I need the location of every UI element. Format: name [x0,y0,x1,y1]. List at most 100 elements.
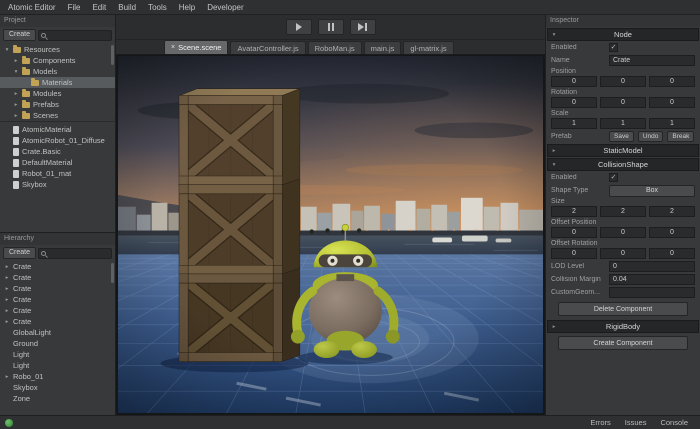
menu-item[interactable]: File [62,3,87,12]
expand-arrow-icon[interactable]: ▸ [4,308,10,314]
project-tree-item[interactable]: ▾ Models [0,66,115,77]
project-tree-item[interactable]: ▾ Resources [0,44,115,55]
hierarchy-create-button[interactable]: Create [3,247,36,259]
tab[interactable]: × main.js [364,41,402,54]
vector-x-input[interactable] [551,248,597,259]
expand-arrow-icon[interactable]: ▸ [4,275,10,281]
hierarchy-item[interactable]: Ground [0,338,115,349]
expand-arrow-icon[interactable]: ▸ [13,102,19,108]
hierarchy-scrollbar[interactable] [111,263,114,283]
create-component-button[interactable]: Create Component [558,336,688,350]
pause-button[interactable] [318,19,344,35]
vector-x-input[interactable] [551,206,597,217]
expand-arrow-icon[interactable]: ▸ [13,91,19,97]
expand-arrow-icon[interactable]: ▸ [4,264,10,270]
project-tree-item[interactable]: ▸ Modules [0,88,115,99]
project-tree-scrollbar[interactable] [111,45,114,65]
scalar-input[interactable] [609,274,695,285]
vector-x-input[interactable] [551,118,597,129]
tab[interactable]: × AvatarController.js [230,41,305,54]
statusbar-item[interactable]: Errors [583,418,617,427]
project-tree-item[interactable]: ▸ Prefabs [0,99,115,110]
hierarchy-item[interactable]: GlobalLight [0,327,115,338]
hierarchy-item[interactable]: ▸ Crate [0,272,115,283]
vector-y-input[interactable] [600,76,646,87]
hierarchy-item[interactable]: ▸ Crate [0,316,115,327]
collapse-arrow-icon[interactable]: ▸ [548,324,560,330]
tab-close-icon[interactable]: × [171,44,175,51]
enabled-checkbox[interactable]: ✓ [609,173,618,182]
expand-arrow-icon[interactable]: ▸ [4,286,10,292]
hierarchy-search[interactable] [38,248,112,259]
hierarchy-item[interactable]: Skybox [0,382,115,393]
delete-component-button[interactable]: Delete Component [558,302,688,316]
collapse-arrow-icon[interactable]: ▾ [548,162,560,168]
project-file-item[interactable]: Skybox [0,179,115,190]
vector-y-input[interactable] [600,206,646,217]
project-tree-item[interactable]: ▸ Components [0,55,115,66]
hierarchy-item[interactable]: ▸ Robo_01 [0,371,115,382]
node-section-header[interactable]: ▾ Node [547,28,699,41]
menu-item[interactable]: Atomic Editor [2,3,62,12]
expand-arrow-icon[interactable]: ▸ [13,113,19,119]
expand-arrow-icon[interactable]: ▸ [4,374,10,380]
viewport-3d[interactable] [116,55,545,415]
scalar-input[interactable] [609,287,695,298]
menu-item[interactable]: Edit [86,3,112,12]
expand-arrow-icon[interactable]: ▸ [4,297,10,303]
vector-z-input[interactable] [649,76,695,87]
collapse-arrow-icon[interactable]: ▾ [548,32,560,38]
project-file-item[interactable]: Robot_01_mat [0,168,115,179]
vector-z-input[interactable] [649,118,695,129]
prefab-break-button[interactable]: Break [667,131,694,142]
vector-x-input[interactable] [551,76,597,87]
vector-y-input[interactable] [600,97,646,108]
prefab-save-button[interactable]: Save [609,131,634,142]
hierarchy-item[interactable]: ▸ Crate [0,294,115,305]
hierarchy-item[interactable]: ▸ Crate [0,305,115,316]
tab[interactable]: × Scene.scene [164,40,228,54]
collapse-arrow-icon[interactable]: ▸ [548,148,560,154]
vector-y-input[interactable] [600,118,646,129]
project-search[interactable] [38,30,112,41]
menu-item[interactable]: Tools [142,3,173,12]
project-file-item[interactable]: Crate.Basic [0,146,115,157]
vector-z-input[interactable] [649,227,695,238]
name-input[interactable] [609,55,695,66]
project-file-item[interactable]: AtomicMaterial [0,124,115,135]
enabled-checkbox[interactable]: ✓ [609,43,618,52]
expand-arrow-icon[interactable]: ▾ [13,69,19,75]
expand-arrow-icon[interactable]: ▸ [4,319,10,325]
statusbar-item[interactable]: Console [653,418,695,427]
tab[interactable]: × RoboMan.js [308,41,362,54]
project-file-item[interactable]: DefaultMaterial [0,157,115,168]
menu-item[interactable]: Developer [201,3,249,12]
staticmodel-section-header[interactable]: ▸ StaticModel [547,144,699,157]
collisionshape-section-header[interactable]: ▾ CollisionShape [547,158,699,171]
scalar-input[interactable] [609,261,695,272]
hierarchy-item[interactable]: ▸ Crate [0,261,115,272]
vector-z-input[interactable] [649,248,695,259]
project-file-item[interactable]: AtomicRobot_01_Diffuse [0,135,115,146]
shape-type-dropdown[interactable]: Box [609,185,695,197]
hierarchy-search-input[interactable] [48,250,109,257]
prefab-undo-button[interactable]: Undo [638,131,664,142]
vector-x-input[interactable] [551,97,597,108]
vector-z-input[interactable] [649,97,695,108]
project-create-button[interactable]: Create [3,29,36,41]
project-search-input[interactable] [48,32,109,39]
hierarchy-item[interactable]: Light [0,360,115,371]
vector-y-input[interactable] [600,248,646,259]
statusbar-item[interactable]: Issues [618,418,654,427]
play-button[interactable] [286,19,312,35]
menu-item[interactable]: Help [173,3,201,12]
hierarchy-item[interactable]: Zone [0,393,115,404]
tab[interactable]: × gl-matrix.js [403,41,453,54]
hierarchy-item[interactable]: Light [0,349,115,360]
vector-y-input[interactable] [600,227,646,238]
expand-arrow-icon[interactable]: ▸ [13,58,19,64]
project-tree-item[interactable]: Materials [0,77,115,88]
step-button[interactable] [350,19,376,35]
vector-z-input[interactable] [649,206,695,217]
project-tree-item[interactable]: ▸ Scenes [0,110,115,121]
